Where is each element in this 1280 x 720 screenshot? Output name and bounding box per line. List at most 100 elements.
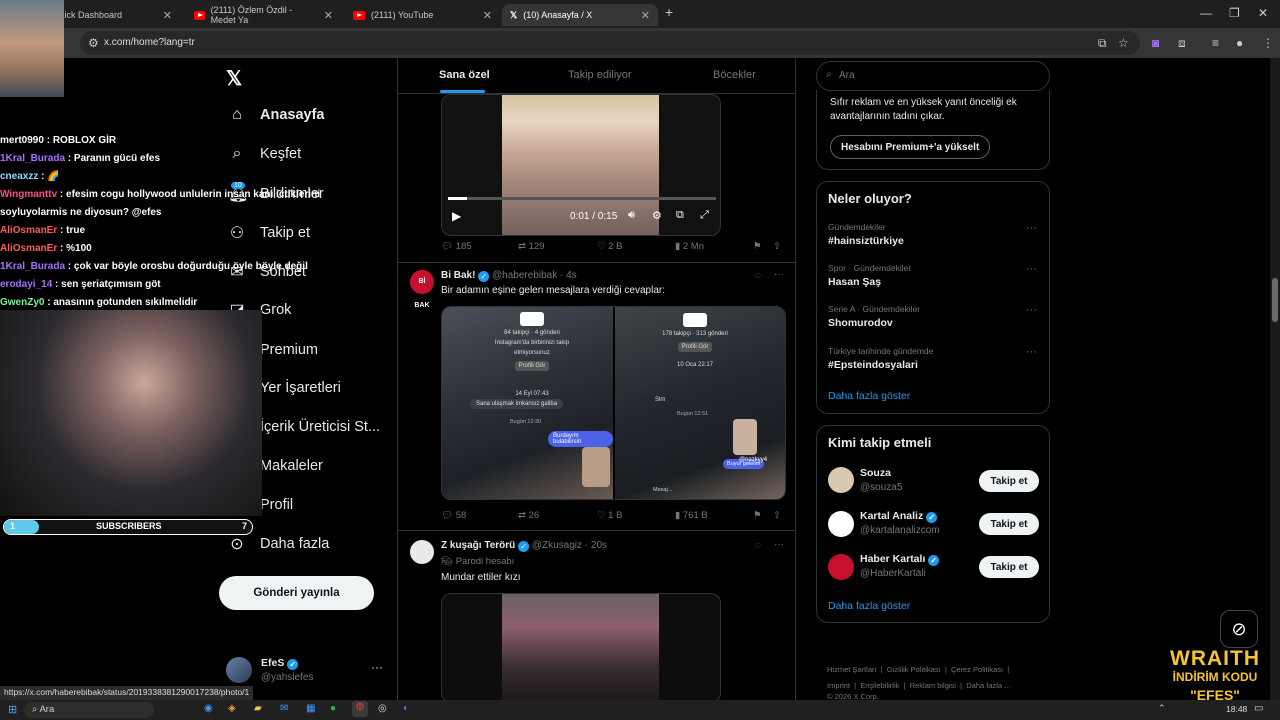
more-dots-icon[interactable]: ··· <box>774 269 784 280</box>
search-input[interactable]: ⌕ Ara <box>816 61 1050 91</box>
address-bar[interactable]: x.com/home?lang=tr <box>80 31 1140 55</box>
close-icon[interactable]: ✕ <box>641 9 650 22</box>
follow-button[interactable]: Takip et <box>979 513 1039 535</box>
chat-username[interactable]: cneaxzz <box>0 171 38 182</box>
avatar[interactable] <box>828 467 854 493</box>
nav-home[interactable]: ⌂ Anasayfa <box>228 106 324 124</box>
pip-icon[interactable]: ⧉ <box>676 209 684 222</box>
share-icon[interactable]: ⇧ <box>773 510 781 521</box>
video-progress-track[interactable] <box>448 197 716 200</box>
outlook-icon[interactable]: ✉ <box>280 703 288 714</box>
notification-icon[interactable]: ▭ <box>1254 703 1263 714</box>
video-player[interactable]: ▶ 0:01 / 0:15 🔊︎ ⚙ ⧉ ⤢ <box>441 94 721 236</box>
install-icon[interactable]: ⧉ <box>1098 36 1107 51</box>
post-video[interactable] <box>441 593 721 700</box>
grok-icon[interactable]: ◌ <box>755 540 761 551</box>
edge-icon[interactable]: ◉ <box>204 703 213 714</box>
extension-icon[interactable]: ◙ <box>1152 36 1159 50</box>
app-icon[interactable]: ◈ <box>228 703 236 714</box>
follow-button[interactable]: Takip et <box>979 556 1039 578</box>
post-button[interactable]: Gönderi yayınla <box>219 576 374 610</box>
close-icon[interactable]: ✕ <box>483 9 492 22</box>
clock[interactable]: 18:48 <box>1226 704 1247 714</box>
chat-username[interactable]: GwenZy0 <box>0 297 44 308</box>
post-time[interactable]: · 4s <box>560 270 577 281</box>
footer-link[interactable]: Reklam bilgisi <box>910 681 956 690</box>
taskbar-search[interactable]: ⌕ Ara <box>24 702 154 718</box>
close-window-icon[interactable]: ✕ <box>1258 6 1268 20</box>
tab-youtube-video[interactable]: (2111) Özlem Özdil - Medet Ya ✕ <box>186 4 341 26</box>
trend-item[interactable]: Serie A · Gündemdekiler Shomurodov <box>828 304 1038 329</box>
chat-username[interactable]: 1Kral_Burada <box>0 153 65 164</box>
trend-item[interactable]: Türkiye tarihinde gündemde #Epsteindosya… <box>828 346 1038 371</box>
chat-username[interactable]: 1Kral_Burada <box>0 261 65 272</box>
tab-youtube[interactable]: (2111) YouTube ✕ <box>345 4 500 26</box>
suggested-name[interactable]: Haber Kartalı ✓ <box>860 553 940 566</box>
repost-button[interactable]: ⇄ 129 <box>518 241 544 252</box>
reading-list-icon[interactable]: ≡ <box>1212 36 1219 50</box>
like-button[interactable]: ♡ 1 B <box>597 510 622 521</box>
footer-link[interactable]: Hizmet Şartları <box>827 665 877 674</box>
post-image[interactable]: 84 takipçi · 4 gönderi Instagram'da birb… <box>441 306 786 500</box>
chat-username[interactable]: mert0990 <box>0 135 44 146</box>
more-dots-icon[interactable]: ··· <box>371 660 383 674</box>
show-more-follow-link[interactable]: Daha fazla göster <box>828 600 910 612</box>
chat-username[interactable]: AliOsmanEr <box>0 243 57 254</box>
more-dots-icon[interactable]: ··· <box>1026 263 1037 275</box>
suggested-name[interactable]: Kartal Analiz ✓ <box>860 510 938 523</box>
tab-bugs[interactable]: Böcekler <box>713 69 756 81</box>
play-icon[interactable]: ▶ <box>452 209 461 223</box>
profile-icon[interactable]: ● <box>1236 36 1243 50</box>
upgrade-premium-button[interactable]: Hesabını Premium+'a yükselt <box>830 135 991 159</box>
grok-icon[interactable]: ◌ <box>755 270 761 281</box>
repost-button[interactable]: ⇄ 26 <box>518 510 539 521</box>
trend-item[interactable]: Gündemdekiler #hainsiztürkiye <box>828 222 1038 247</box>
chat-username[interactable]: Wingmanttv <box>0 189 57 200</box>
minimize-icon[interactable]: — <box>1200 6 1212 20</box>
suggested-name[interactable]: Souza <box>860 467 891 479</box>
windows-start-icon[interactable]: ⊞ <box>8 703 17 716</box>
avatar[interactable] <box>828 554 854 580</box>
views-count[interactable]: ▮ 2 Mn <box>675 241 704 252</box>
chat-username[interactable]: AliOsmanEr <box>0 225 57 236</box>
account-switcher[interactable]: EfeS ✓ @yahslefes ··· <box>226 655 386 685</box>
avatar[interactable]: Bİ BAK <box>410 270 434 309</box>
trend-item[interactable]: Spor · Gündemdekiler Hasan Şaş <box>828 263 1038 288</box>
footer-link[interactable]: Daha fazla ... <box>966 681 1010 690</box>
chat-username[interactable]: erodayi_14 <box>0 279 52 290</box>
close-icon[interactable]: ✕ <box>163 9 172 22</box>
follow-button[interactable]: Takip et <box>979 470 1039 492</box>
obs-icon[interactable]: ◎ <box>378 703 387 714</box>
nav-more[interactable]: ⊙ Daha fazla <box>228 534 329 554</box>
views-count[interactable]: ▮ 761 B <box>675 510 708 521</box>
like-button[interactable]: ♡ 2 B <box>597 241 622 252</box>
author-handle[interactable]: @Zkusagiz <box>532 540 582 551</box>
reply-button[interactable]: 💬︎ 58 <box>441 510 466 521</box>
show-more-trends-link[interactable]: Daha fazla göster <box>828 390 910 402</box>
restore-icon[interactable]: ❐ <box>1229 6 1240 20</box>
post-time[interactable]: · 20s <box>585 540 607 551</box>
footer-link[interactable]: Çerez Politikası <box>951 665 1003 674</box>
more-dots-icon[interactable]: ··· <box>1026 304 1037 316</box>
author-name[interactable]: Z kuşağı Terörü <box>441 540 515 551</box>
footer-link[interactable]: Erişilebilirlik <box>860 681 899 690</box>
tab-following[interactable]: Takip ediliyor <box>568 69 632 81</box>
footer-link[interactable]: Gizlilik Politikası <box>887 665 941 674</box>
fullscreen-icon[interactable]: ⤢ <box>700 209 709 222</box>
tab-x-home[interactable]: 𝕏 (10) Anasayfa / X ✕ <box>502 4 658 26</box>
site-info-icon[interactable]: ⚙ <box>88 36 99 50</box>
reply-button[interactable]: 💬︎ 185 <box>441 241 472 252</box>
tab-for-you[interactable]: Sana özel <box>439 69 490 81</box>
menu-icon[interactable]: ⋮ <box>1262 36 1274 50</box>
bookmark-icon[interactable]: ⚑ <box>753 510 762 521</box>
author-name[interactable]: Bi Bak! <box>441 270 475 281</box>
tray-chevron-icon[interactable]: ⌃ <box>1158 703 1166 714</box>
grok-float-button[interactable]: ⊘ <box>1220 610 1258 648</box>
volume-icon[interactable]: 🔊︎ <box>628 209 635 222</box>
spotify-icon[interactable]: ● <box>330 703 336 714</box>
avatar[interactable] <box>410 540 434 564</box>
share-icon[interactable]: ⇧ <box>773 241 781 252</box>
chrome-icon[interactable]: ◍ <box>352 701 368 717</box>
folder-icon[interactable]: ▰ <box>254 703 262 714</box>
footer-link[interactable]: Imprint <box>827 681 850 690</box>
